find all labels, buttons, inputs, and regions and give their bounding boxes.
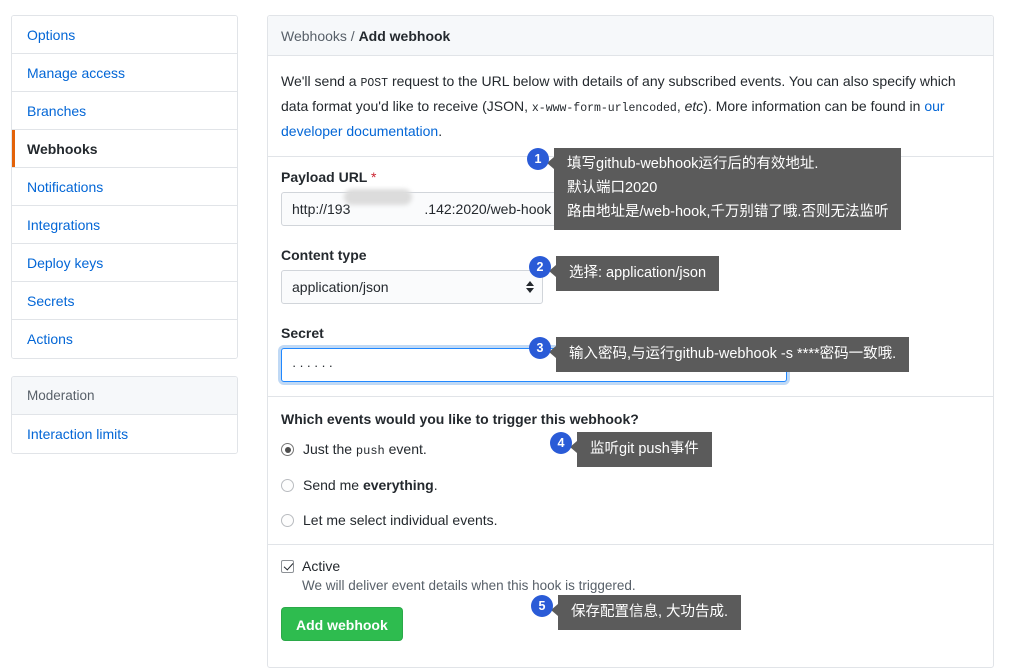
content-type-select-wrap: application/json: [281, 270, 543, 304]
radio-icon-push-event[interactable]: [281, 443, 294, 456]
required-asterisk: *: [371, 169, 376, 185]
radio-label-individual-events: Let me select individual events.: [303, 512, 498, 528]
sidebar-item-actions[interactable]: Actions: [12, 320, 237, 358]
active-label: Active: [302, 558, 340, 574]
radio-label-push-pre: Just the: [303, 441, 356, 457]
annotation-bubble-1: 填写github-webhook运行后的有效地址. 默认端口2020 路由地址是…: [554, 148, 901, 230]
radio-label-everything-post: .: [434, 477, 438, 493]
sidebar-item-options[interactable]: Options: [12, 16, 237, 54]
annotation-5: 5 保存配置信息, 大功告成.: [531, 595, 741, 630]
sidebar-item-notifications[interactable]: Notifications: [12, 168, 237, 206]
intro-code-post: POST: [360, 77, 388, 90]
payload-url-label-text: Payload URL: [281, 169, 367, 185]
sidebar-item-interaction-limits[interactable]: Interaction limits: [12, 415, 237, 453]
breadcrumb: Webhooks / Add webhook: [268, 16, 993, 56]
annotation-4: 4 监听git push事件: [550, 432, 712, 467]
intro-text-4: ). More information can be found in: [703, 98, 924, 114]
radio-row-send-everything[interactable]: Send me everything.: [281, 477, 980, 493]
breadcrumb-current: Add webhook: [359, 28, 451, 44]
sidebar-item-manage-access[interactable]: Manage access: [12, 54, 237, 92]
annotation-badge-4: 4: [550, 432, 572, 454]
sidebar-item-webhooks[interactable]: Webhooks: [12, 130, 237, 168]
add-webhook-button[interactable]: Add webhook: [281, 607, 403, 641]
radio-icon-individual-events[interactable]: [281, 514, 294, 527]
annotation-bubble-3: 输入密码,与运行github-webhook -s ****密码一致哦.: [556, 337, 909, 372]
sidebar-item-branches[interactable]: Branches: [12, 92, 237, 130]
radio-icon-send-everything[interactable]: [281, 479, 294, 492]
checkbox-icon-active[interactable]: [281, 560, 294, 573]
radio-label-everything-pre: Send me: [303, 477, 363, 493]
sidebar-moderation-header: Moderation: [12, 377, 237, 415]
annotation-badge-5: 5: [531, 595, 553, 617]
annotation-bubble-2: 选择: application/json: [556, 256, 719, 291]
intro-em-etc: etc: [685, 98, 704, 114]
intro-code-urlencoded: x-www-form-urlencoded: [532, 102, 677, 115]
annotation-badge-1: 1: [527, 148, 549, 170]
annotation-2: 2 选择: application/json: [529, 256, 719, 291]
radio-row-individual-events[interactable]: Let me select individual events.: [281, 512, 980, 528]
panel-intro-section: We'll send a POST request to the URL bel…: [268, 56, 993, 156]
settings-sidebar: Options Manage access Branches Webhooks …: [11, 15, 238, 454]
sidebar-item-secrets[interactable]: Secrets: [12, 282, 237, 320]
active-note: We will deliver event details when this …: [302, 578, 980, 593]
breadcrumb-parent[interactable]: Webhooks /: [281, 28, 355, 44]
intro-text-3: ,: [677, 98, 685, 114]
sidebar-item-deploy-keys[interactable]: Deploy keys: [12, 244, 237, 282]
sidebar-primary-card: Options Manage access Branches Webhooks …: [11, 15, 238, 359]
annotation-badge-3: 3: [529, 337, 551, 359]
annotation-3: 3 输入密码,与运行github-webhook -s ****密码一致哦.: [529, 337, 909, 372]
sidebar-item-integrations[interactable]: Integrations: [12, 206, 237, 244]
redaction-blur: [344, 189, 412, 205]
active-checkbox-row[interactable]: Active: [281, 558, 980, 574]
annotation-badge-2: 2: [529, 256, 551, 278]
sidebar-moderation-card: Moderation Interaction limits: [11, 376, 238, 454]
intro-text-1: We'll send a: [281, 73, 360, 89]
intro-text-5: .: [438, 123, 442, 139]
events-question: Which events would you like to trigger t…: [281, 411, 980, 427]
annotation-1: 1 填写github-webhook运行后的有效地址. 默认端口2020 路由地…: [527, 148, 901, 230]
payload-url-value-prefix: http://193: [292, 201, 350, 217]
secret-value: ······: [292, 358, 336, 373]
intro-paragraph: We'll send a POST request to the URL bel…: [281, 70, 980, 142]
events-section: Which events would you like to trigger t…: [268, 397, 993, 544]
radio-label-push-code: push: [356, 444, 385, 458]
radio-label-everything-bold: everything: [363, 477, 434, 493]
annotation-bubble-4: 监听git push事件: [577, 432, 712, 467]
annotation-bubble-5: 保存配置信息, 大功告成.: [558, 595, 741, 630]
content-type-select[interactable]: application/json: [281, 270, 543, 304]
radio-label-push-post: event.: [385, 441, 427, 457]
page-root: Options Manage access Branches Webhooks …: [0, 0, 1009, 671]
